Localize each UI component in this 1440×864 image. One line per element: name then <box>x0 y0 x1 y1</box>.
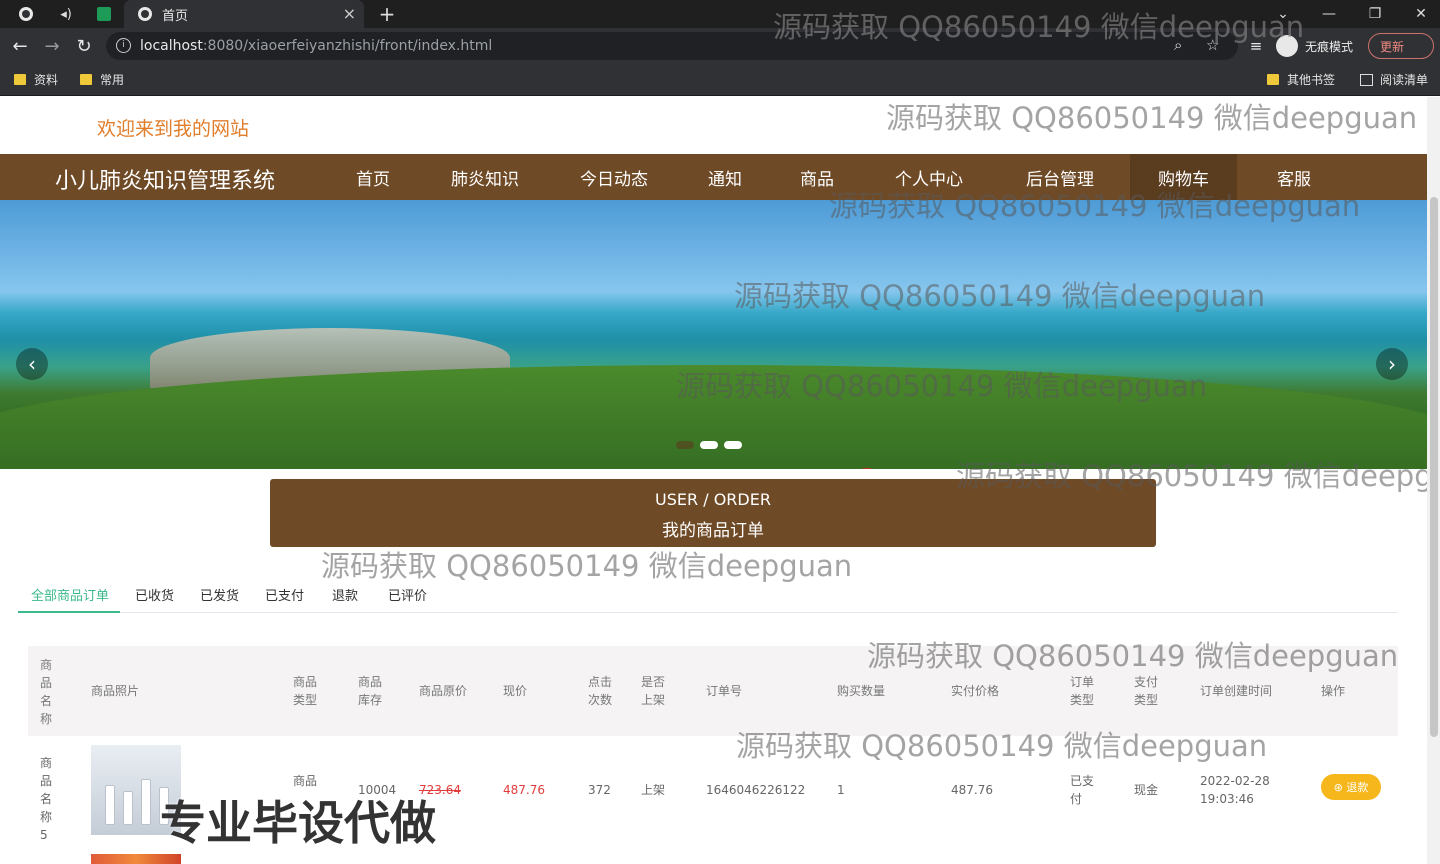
folder-icon <box>1267 74 1279 85</box>
close-icon[interactable]: × <box>343 4 356 23</box>
cell-quantity: 1 <box>837 783 845 797</box>
watermark: 源码获取 QQ86050149 微信deepguan <box>773 10 1305 44</box>
refund-button[interactable]: ⊛ 退款 <box>1321 774 1381 800</box>
th-product-photo: 商品照片 <box>91 684 140 698</box>
bottle-shape <box>123 791 133 825</box>
tab-shipped[interactable]: 已发货 <box>200 575 239 613</box>
forward-arrow-icon[interactable]: → <box>40 34 64 58</box>
refund-label: 退款 <box>1346 781 1369 794</box>
next-product-photo <box>91 854 181 864</box>
cell-on-sale: 上架 <box>641 783 666 797</box>
url-path: :8080/xiaoerfeiyanzhishi/front/index.htm… <box>202 38 493 54</box>
carousel-dot[interactable] <box>724 441 742 449</box>
page-scrollbar[interactable] <box>1427 97 1440 864</box>
th-clicks: 点击次数 <box>588 675 613 707</box>
url-text[interactable]: localhost:8080/xiaoerfeiyanzhishi/front/… <box>140 38 492 54</box>
other-bookmarks[interactable]: 其他书签 <box>1267 71 1335 88</box>
bookmark-label: 资料 <box>34 73 59 87</box>
bookmark-folder-ziliao[interactable]: 资料 <box>14 71 58 88</box>
th-order-type: 订单类型 <box>1070 675 1095 707</box>
bookmarks-bar: 资料 常用 其他书签 阅读清单 <box>0 64 1440 96</box>
bookmark-folder-changyong[interactable]: 常用 <box>80 71 124 88</box>
nav-notice[interactable]: 通知 <box>708 154 742 200</box>
th-action: 操作 <box>1321 684 1346 698</box>
watermark: 源码获取 QQ86050149 微信deepguan <box>321 549 853 583</box>
cell-created-time: 19:03:46 <box>1200 792 1254 806</box>
site-brand[interactable]: 小儿肺炎知识管理系统 <box>55 163 275 195</box>
welcome-text: 欢迎来到我的网站 <box>97 118 250 140</box>
reading-list-label: 阅读清单 <box>1380 73 1429 87</box>
spreadsheet-tab-icon[interactable] <box>92 0 116 28</box>
nav-home[interactable]: 首页 <box>356 154 390 200</box>
order-header-cn: 我的商品订单 <box>662 521 764 541</box>
th-on-sale: 是否上架 <box>641 675 666 707</box>
cell-pay-type: 现金 <box>1134 783 1159 797</box>
watermark: 源码获取 QQ86050149 微信deepguan <box>886 101 1418 135</box>
watermark: 源码获取 QQ86050149 微信deepguan <box>956 459 1427 493</box>
th-product-stock: 商品库存 <box>358 675 383 707</box>
carousel-indicators <box>676 441 742 449</box>
globe-icon <box>138 7 152 21</box>
active-tab[interactable]: 首页 × <box>124 0 364 28</box>
th-quantity: 购买数量 <box>837 684 886 698</box>
th-product-name: 商品名称 <box>40 658 53 726</box>
cell-current-price: 487.76 <box>503 783 545 797</box>
site-info-icon[interactable]: i <box>116 38 131 53</box>
update-label: 更新 <box>1380 39 1405 54</box>
tab-received[interactable]: 已收货 <box>135 575 174 613</box>
back-arrow-icon[interactable]: ← <box>8 34 32 58</box>
watermark: 源码获取 QQ86050149 微信deepguan <box>829 189 1361 223</box>
nav-today-news[interactable]: 今日动态 <box>580 154 648 200</box>
folder-icon <box>80 74 92 85</box>
folder-icon <box>14 74 26 85</box>
th-pay-type: 支付类型 <box>1134 675 1159 707</box>
restore-icon[interactable]: ❐ <box>1352 0 1398 28</box>
browser-logo-icon[interactable] <box>12 0 40 28</box>
th-product-type: 商品类型 <box>293 675 318 707</box>
reading-list[interactable]: 阅读清单 <box>1360 71 1428 88</box>
cell-product-name: 商品名称5 <box>40 756 53 842</box>
nav-pneumonia-knowledge[interactable]: 肺炎知识 <box>451 154 519 200</box>
promo-overlay-text: 专业毕设代做 <box>160 796 436 850</box>
bottle-shape <box>141 779 151 825</box>
cell-order-type: 已支付 <box>1070 774 1095 806</box>
tab-all-orders[interactable]: 全部商品订单 <box>31 575 109 613</box>
th-paid-price: 实付价格 <box>951 684 1000 698</box>
url-host: localhost <box>140 38 203 54</box>
update-button[interactable]: 更新 ⋮ <box>1368 33 1434 59</box>
tab-paid[interactable]: 已支付 <box>265 575 304 613</box>
bottle-shape <box>105 785 115 825</box>
th-current-price: 现价 <box>503 684 528 698</box>
carousel-dot[interactable] <box>700 441 718 449</box>
cell-created-date: 2022-02-28 <box>1200 774 1270 788</box>
th-order-no: 订单号 <box>706 684 743 698</box>
active-tab-underline <box>18 611 120 613</box>
audio-icon[interactable]: ◂) <box>52 0 80 28</box>
watermark: 源码获取 QQ86050149 微信deepguan <box>867 639 1399 673</box>
hero-carousel[interactable]: ‹ › <box>0 200 1427 469</box>
reading-list-icon <box>1360 73 1373 86</box>
bookmark-label: 常用 <box>100 73 125 87</box>
carousel-next-icon[interactable]: › <box>1376 348 1408 380</box>
th-original-price: 商品原价 <box>419 684 468 698</box>
minimize-icon[interactable]: — <box>1306 0 1352 28</box>
refund-icon: ⊛ <box>1333 780 1347 794</box>
carousel-dot[interactable] <box>676 441 694 449</box>
cell-order-no: 1646046226122 <box>706 783 806 797</box>
incognito-label: 无痕模式 <box>1305 39 1354 54</box>
watermark: 源码获取 QQ86050149 微信deepguan <box>736 729 1268 763</box>
th-created-time: 订单创建时间 <box>1200 684 1273 698</box>
web-page: 欢迎来到我的网站 小儿肺炎知识管理系统 首页 肺炎知识 今日动态 通知 商品 个… <box>0 97 1427 864</box>
watermark: 源码获取 QQ86050149 微信deepguan <box>676 369 1208 403</box>
reload-icon[interactable]: ↻ <box>72 34 96 58</box>
tab-title: 首页 <box>162 8 189 24</box>
scrollbar-thumb[interactable] <box>1430 197 1438 737</box>
watermark: 源码获取 QQ86050149 微信deepguan <box>734 279 1266 313</box>
carousel-prev-icon[interactable]: ‹ <box>16 348 48 380</box>
other-bookmarks-label: 其他书签 <box>1287 73 1336 87</box>
new-tab-icon[interactable]: + <box>374 0 400 28</box>
cell-clicks: 372 <box>588 783 611 797</box>
window-close-icon[interactable]: ✕ <box>1398 0 1440 28</box>
cell-paid: 487.76 <box>951 783 993 797</box>
